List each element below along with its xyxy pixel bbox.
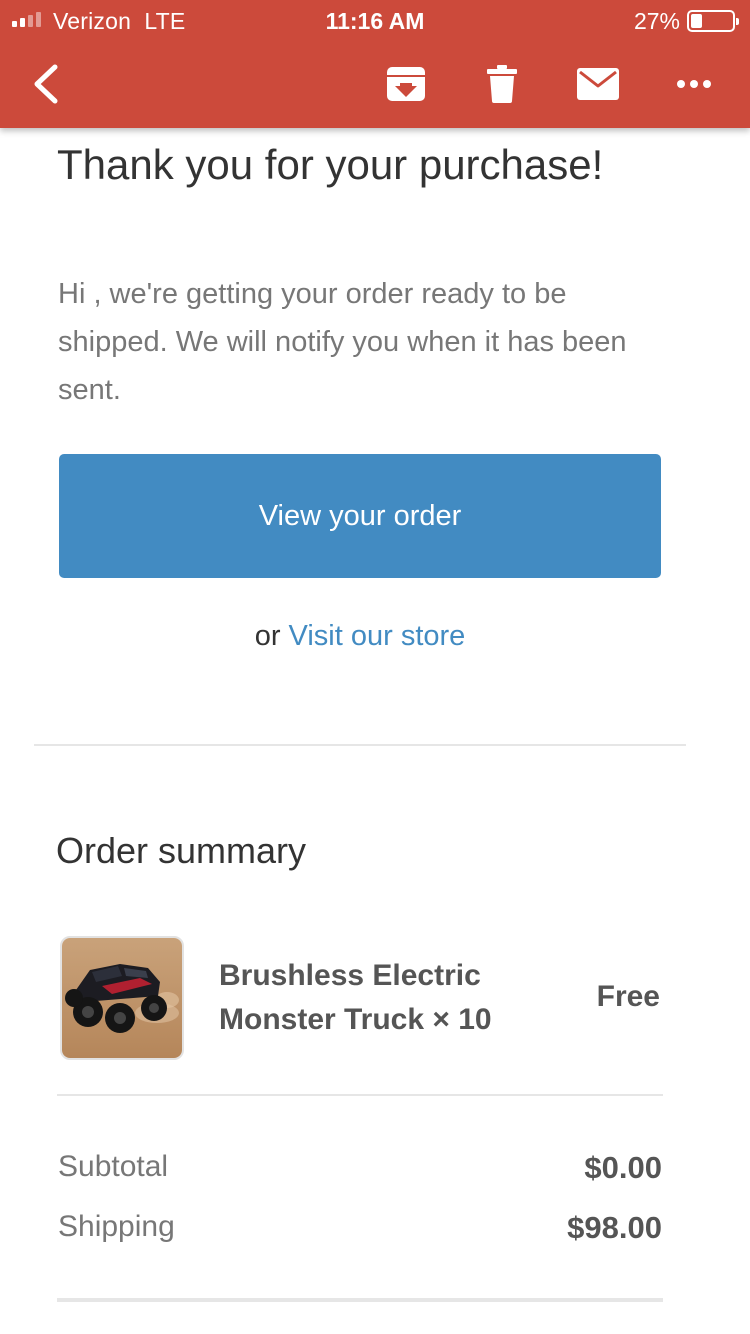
view-order-button[interactable]: View your order: [59, 454, 661, 578]
view-order-label: View your order: [258, 499, 462, 532]
trash-icon: [487, 65, 517, 103]
product-price: Free: [596, 980, 660, 1013]
status-bar: Verizon LTE 11:16 AM 27%: [0, 0, 750, 40]
email-toolbar: [0, 40, 750, 128]
visit-store-link[interactable]: Visit our store: [289, 620, 466, 652]
archive-icon: [387, 67, 425, 101]
order-summary-heading: Order summary: [56, 830, 307, 871]
email-intro-text: Hi , we're getting your order ready to b…: [58, 278, 627, 406]
totals-divider: [57, 1298, 663, 1302]
top-bar: Verizon LTE 11:16 AM 27%: [0, 0, 750, 128]
email-title: Thank you for your purchase!: [57, 141, 604, 188]
chevron-left-icon: [34, 64, 58, 104]
more-horizontal-icon: [677, 80, 711, 88]
mark-unread-button[interactable]: [572, 40, 624, 128]
section-divider: [34, 744, 686, 746]
battery-percent: 27%: [633, 8, 680, 34]
more-options-button[interactable]: [668, 40, 720, 128]
delete-button[interactable]: [478, 40, 526, 128]
visit-store-line: or Visit our store: [0, 620, 720, 653]
subtotal-value: $0.00: [584, 1150, 662, 1185]
mail-icon: [577, 68, 619, 100]
or-text: or: [254, 620, 281, 652]
archive-button[interactable]: [380, 40, 432, 128]
shipping-value: $98.00: [567, 1210, 662, 1245]
battery-icon: [687, 10, 739, 32]
back-button[interactable]: [18, 40, 74, 128]
shipping-label: Shipping: [58, 1210, 175, 1243]
line-item-divider: [57, 1094, 663, 1096]
subtotal-label: Subtotal: [58, 1150, 169, 1183]
product-name: Brushless Electric Monster Truck × 10: [219, 959, 492, 1036]
monster-truck-image: [62, 938, 182, 1058]
product-thumbnail: [60, 936, 184, 1060]
